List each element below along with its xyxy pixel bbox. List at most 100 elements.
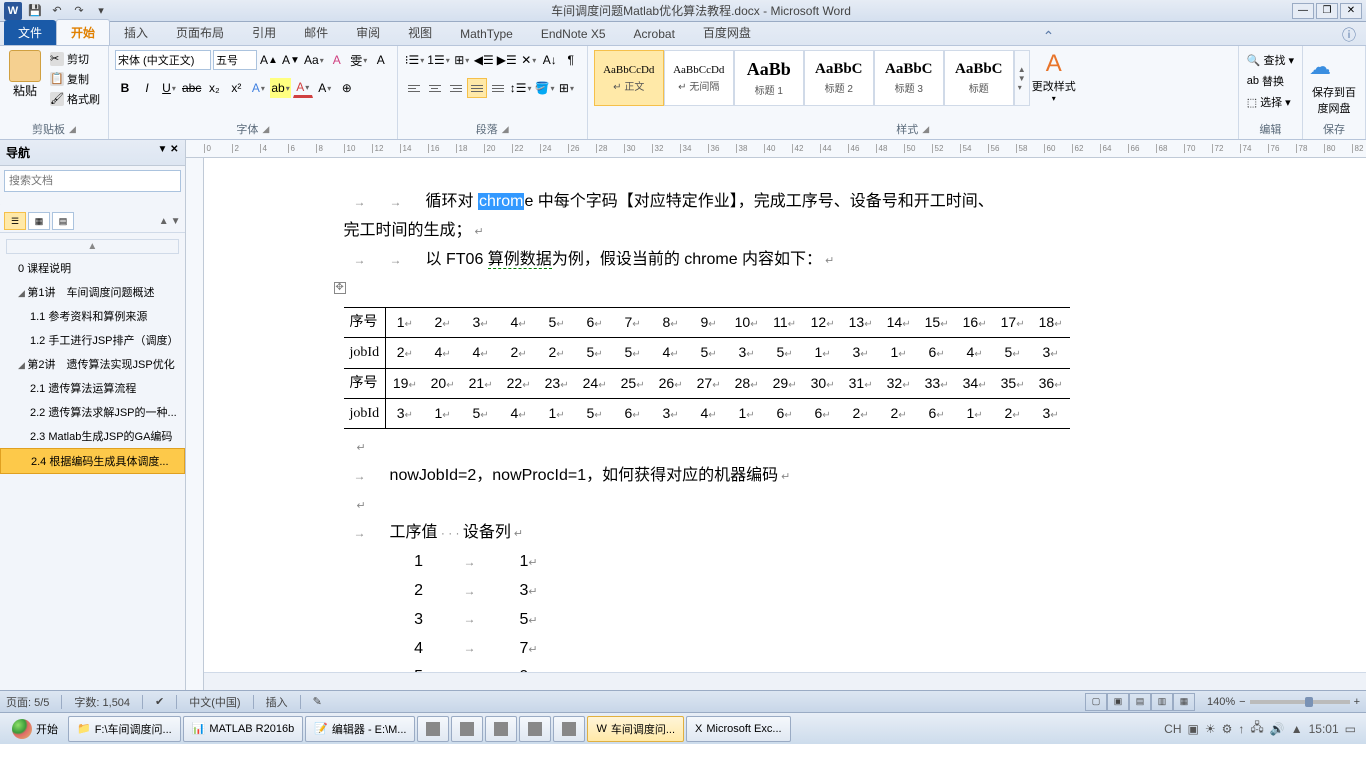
document-page[interactable]: → → 循环对 chrome 中每个字码【对应特定作业】，完成工序号、设备号和开…	[204, 158, 1366, 690]
nav-headings-tab[interactable]: ☰	[4, 212, 26, 230]
styles-more-button[interactable]: ▲▼▾	[1014, 50, 1030, 106]
tab-view[interactable]: 视图	[394, 20, 446, 45]
print-layout-view[interactable]: ▢	[1085, 693, 1107, 711]
nav-close-icon[interactable]: ▼ ✕	[157, 144, 178, 161]
full-screen-view[interactable]: ▣	[1107, 693, 1129, 711]
bold-button[interactable]: B	[115, 78, 135, 98]
find-button[interactable]: 🔍查找 ▾	[1245, 50, 1296, 70]
clock[interactable]: 15:01	[1309, 722, 1339, 736]
undo-icon[interactable]: ↶	[48, 2, 66, 20]
draft-view[interactable]: ▦	[1173, 693, 1195, 711]
data-table[interactable]: 序号1↵2↵3↵4↵5↵6↵7↵8↵9↵10↵11↵12↵13↵14↵15↵16…	[344, 307, 1070, 429]
multilevel-button[interactable]: ⊞	[452, 50, 472, 70]
para-dialog-launcher[interactable]: ◢	[502, 124, 509, 135]
web-layout-view[interactable]: ▤	[1129, 693, 1151, 711]
cut-button[interactable]: ✂剪切	[48, 50, 102, 68]
tray-icon[interactable]: ⚙	[1222, 722, 1233, 736]
tab-review[interactable]: 审阅	[342, 20, 394, 45]
taskbar-task[interactable]: 📝编辑器 - E:\M...	[305, 716, 415, 742]
strike-button[interactable]: abc	[181, 78, 202, 98]
style-item[interactable]: AaBbC标题 2	[804, 50, 874, 106]
borders-button[interactable]: ⊞	[556, 78, 576, 98]
line-spacing-button[interactable]: ↕☰	[509, 78, 533, 98]
redo-icon[interactable]: ↷	[70, 2, 88, 20]
taskbar-task[interactable]	[519, 716, 551, 742]
zoom-in-button[interactable]: +	[1354, 696, 1360, 708]
align-distribute-button[interactable]	[488, 78, 508, 98]
change-case-button[interactable]: Aa	[303, 50, 325, 70]
nav-item[interactable]: 0 课程说明	[0, 256, 185, 280]
start-button[interactable]: 开始	[4, 715, 66, 743]
font-size-input[interactable]	[213, 50, 257, 70]
tab-insert[interactable]: 插入	[110, 20, 162, 45]
bullets-button[interactable]: ⁝☰	[404, 50, 426, 70]
track-changes-status[interactable]: ✎	[313, 695, 322, 708]
restore-button[interactable]: ❐	[1316, 3, 1338, 19]
zoom-slider[interactable]	[1250, 700, 1350, 704]
highlight-button[interactable]: ab	[270, 78, 290, 98]
font-color-button[interactable]: A	[293, 78, 313, 98]
style-item[interactable]: AaBb标题 1	[734, 50, 804, 106]
ribbon-minimize-icon[interactable]: ⌃	[1043, 28, 1065, 45]
nav-collapse-bar[interactable]: ▲	[6, 239, 179, 254]
superscript-button[interactable]: x²	[226, 78, 246, 98]
table-move-handle[interactable]: ✥	[334, 282, 346, 294]
font-name-input[interactable]	[115, 50, 211, 70]
tab-acrobat[interactable]: Acrobat	[620, 23, 689, 45]
tray-icon[interactable]: ↑	[1238, 722, 1244, 736]
taskbar-task[interactable]	[553, 716, 585, 742]
network-icon[interactable]: 🖧	[1250, 718, 1263, 739]
horizontal-ruler[interactable]: 0246810121416182022242628303234363840424…	[186, 140, 1366, 158]
help-icon[interactable]: ⓘ	[1342, 25, 1366, 45]
select-button[interactable]: ⬚选择 ▾	[1245, 92, 1293, 112]
taskbar-task[interactable]: W车间调度问...	[587, 716, 684, 742]
indent-dec-button[interactable]: ◀☰	[473, 50, 495, 70]
nav-item[interactable]: 第1讲 车间调度问题概述	[0, 280, 185, 304]
text-direction-button[interactable]: ✕	[519, 50, 539, 70]
insert-mode-status[interactable]: 插入	[266, 694, 288, 710]
taskbar-task[interactable]: XMicrosoft Exc...	[686, 716, 791, 742]
zoom-level[interactable]: 140%	[1207, 696, 1235, 708]
taskbar-task[interactable]	[485, 716, 517, 742]
word-count-status[interactable]: 字数: 1,504	[74, 694, 130, 710]
sort-button[interactable]: A↓	[540, 50, 560, 70]
nav-item[interactable]: 1.2 手工进行JSP排产（调度）	[0, 328, 185, 352]
phonetic-button[interactable]: 雯	[349, 50, 369, 70]
shading-button[interactable]: 🪣	[533, 78, 555, 98]
nav-item[interactable]: 2.4 根据编码生成具体调度...	[0, 448, 185, 474]
change-styles-button[interactable]: A更改样式▾	[1030, 50, 1078, 103]
align-left-button[interactable]	[404, 78, 424, 98]
underline-button[interactable]: U	[159, 78, 179, 98]
tray-icon[interactable]: ☀	[1205, 722, 1216, 736]
show-desktop-button[interactable]: ▭	[1345, 722, 1356, 736]
paste-button[interactable]: 粘贴	[6, 50, 44, 99]
show-marks-button[interactable]: ¶	[561, 50, 581, 70]
word-icon[interactable]: W	[4, 2, 22, 20]
horizontal-scrollbar[interactable]	[204, 672, 1366, 690]
align-center-button[interactable]	[425, 78, 445, 98]
char-shading-button[interactable]: A	[315, 78, 335, 98]
nav-item[interactable]: 2.3 Matlab生成JSP的GA编码	[0, 424, 185, 448]
align-justify-button[interactable]	[467, 78, 487, 98]
tab-baidu[interactable]: 百度网盘	[689, 20, 765, 45]
taskbar-task[interactable]: 📁F:\车间调度问...	[68, 716, 181, 742]
replace-button[interactable]: ab替换	[1245, 71, 1286, 91]
text-effects-button[interactable]: A	[248, 78, 268, 98]
vertical-ruler[interactable]	[186, 158, 204, 690]
tab-file[interactable]: 文件	[4, 20, 56, 45]
page-number-status[interactable]: 页面: 5/5	[6, 694, 49, 710]
tray-expand-icon[interactable]: ▲	[1291, 722, 1303, 736]
minimize-button[interactable]: —	[1292, 3, 1314, 19]
tab-home[interactable]: 开始	[56, 19, 110, 45]
tray-icon[interactable]: ▣	[1188, 722, 1199, 736]
nav-pages-tab[interactable]: ▦	[28, 212, 50, 230]
subscript-button[interactable]: x₂	[204, 78, 224, 98]
nav-results-tab[interactable]: ▤	[52, 212, 74, 230]
nav-item[interactable]: 1.1 参考资料和算例来源	[0, 304, 185, 328]
nav-item[interactable]: 第2讲 遗传算法实现JSP优化	[0, 352, 185, 376]
copy-button[interactable]: 📋复制	[48, 70, 102, 88]
numbering-button[interactable]: 1☰	[426, 50, 450, 70]
zoom-out-button[interactable]: −	[1239, 696, 1245, 708]
tab-layout[interactable]: 页面布局	[162, 20, 238, 45]
search-icon[interactable]: 🔍	[0, 192, 1, 206]
